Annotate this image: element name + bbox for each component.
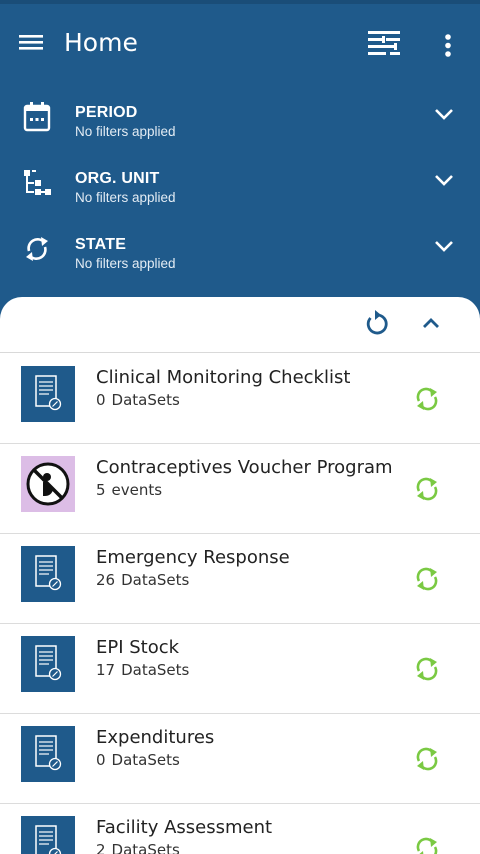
filter-org-unit[interactable]: ORG. UNIT No filters applied: [0, 164, 480, 224]
app-header: Home PERIOD No filters applied ORG. UNIT…: [0, 0, 480, 330]
program-row[interactable]: Contraceptives Voucher Program 5 events: [0, 444, 480, 534]
program-list: Clinical Monitoring Checklist 0 DataSets …: [0, 354, 480, 854]
program-count: 0 DataSets: [96, 391, 180, 409]
dataset-form-icon: [21, 546, 75, 602]
program-count: 2 DataSets: [96, 841, 180, 854]
filter-org-unit-status: No filters applied: [75, 190, 176, 205]
program-row[interactable]: Facility Assessment 2 DataSets: [0, 804, 480, 854]
filter-list-icon: [368, 31, 400, 55]
refresh-icon: [366, 310, 388, 335]
calendar-icon: [23, 102, 51, 132]
dataset-form-icon: [21, 726, 75, 782]
more-vertical-icon: [445, 34, 451, 57]
filter-state-label: STATE: [75, 236, 127, 253]
collapse-button[interactable]: [418, 311, 444, 337]
filter-period-status: No filters applied: [75, 124, 176, 139]
sync-status-icon[interactable]: [412, 384, 442, 414]
program-row[interactable]: Clinical Monitoring Checklist 0 DataSets: [0, 354, 480, 444]
program-row[interactable]: EPI Stock 17 DataSets: [0, 624, 480, 714]
filter-org-unit-label: ORG. UNIT: [75, 170, 160, 187]
dataset-form-icon: [21, 366, 75, 422]
filter-period[interactable]: PERIOD No filters applied: [0, 98, 480, 158]
dataset-form-icon: [21, 816, 75, 854]
sheet-toolbar: [0, 297, 480, 353]
program-count: 17 DataSets: [96, 661, 190, 679]
program-count: 5 events: [96, 481, 163, 499]
program-count: 26 DataSets: [96, 571, 190, 589]
program-name: Clinical Monitoring Checklist: [96, 367, 351, 388]
menu-button[interactable]: [16, 26, 48, 58]
org-tree-icon: [24, 170, 51, 195]
program-row[interactable]: Emergency Response 26 DataSets: [0, 534, 480, 624]
filter-state[interactable]: STATE No filters applied: [0, 230, 480, 290]
program-name: EPI Stock: [96, 637, 180, 658]
refresh-button[interactable]: [362, 309, 392, 339]
more-options-button[interactable]: [436, 28, 460, 64]
sync-status-icon[interactable]: [412, 744, 442, 774]
sync-status-icon[interactable]: [412, 654, 442, 684]
sync-status-icon[interactable]: [412, 564, 442, 594]
chevron-down-icon: [435, 109, 453, 120]
hamburger-menu-icon: [19, 35, 43, 50]
program-row[interactable]: Expenditures 0 DataSets: [0, 714, 480, 804]
chevron-down-icon: [435, 241, 453, 252]
sync-status-icon[interactable]: [412, 474, 442, 504]
dataset-form-icon: [21, 636, 75, 692]
sync-icon: [26, 237, 48, 261]
toolbar: Home: [0, 0, 480, 84]
chevron-down-icon: [435, 175, 453, 186]
no-pregnancy-icon: [21, 456, 75, 512]
program-name: Facility Assessment: [96, 817, 273, 838]
program-name: Contraceptives Voucher Program: [96, 457, 393, 478]
program-name: Emergency Response: [96, 547, 290, 568]
sync-status-icon[interactable]: [412, 834, 442, 854]
chevron-up-icon: [423, 318, 439, 328]
program-count: 0 DataSets: [96, 751, 180, 769]
filter-button[interactable]: [364, 26, 404, 62]
page-title: Home: [64, 28, 138, 57]
filter-state-status: No filters applied: [75, 256, 176, 271]
filter-period-label: PERIOD: [75, 104, 138, 121]
program-name: Expenditures: [96, 727, 215, 748]
